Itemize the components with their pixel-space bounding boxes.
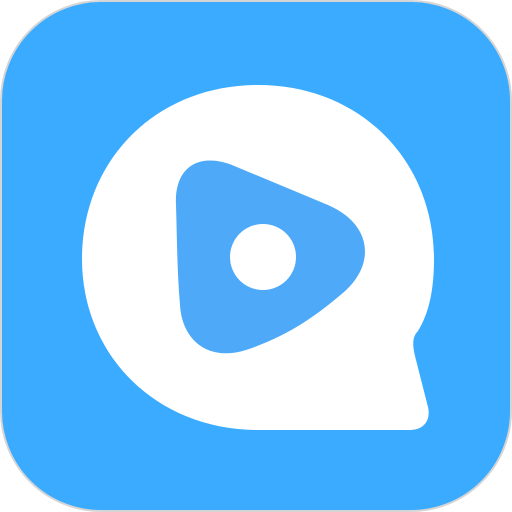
play-dot-icon <box>230 224 296 290</box>
icon-canvas <box>0 0 512 512</box>
app-icon[interactable] <box>0 0 512 512</box>
